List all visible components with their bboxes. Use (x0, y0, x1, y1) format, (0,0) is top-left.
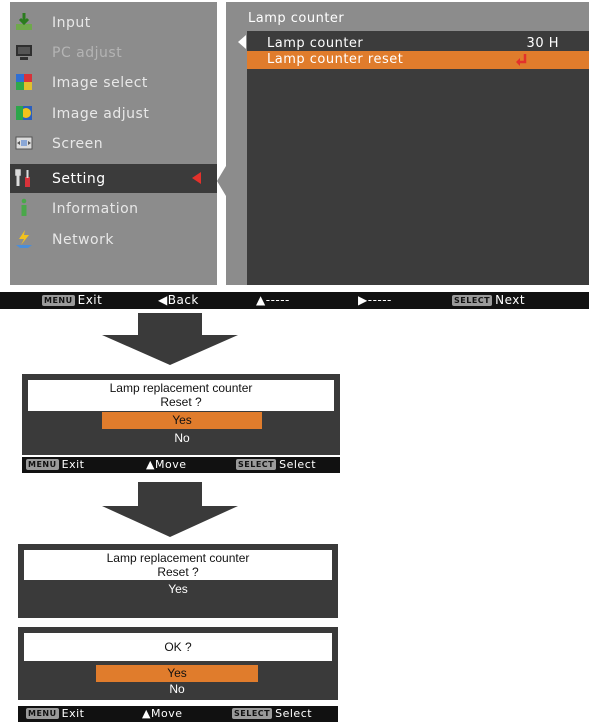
chevron-left-icon[interactable] (238, 35, 246, 49)
back-label: Back (167, 293, 199, 307)
yes-option[interactable]: Yes (96, 665, 258, 682)
menu-item-input[interactable]: Input (10, 8, 217, 37)
menu-key-icon: MENU (26, 708, 59, 719)
select-hint[interactable]: SELECT Select (232, 707, 312, 720)
submenu-panel: Lamp counter Lamp counter 30 H Lamp coun… (226, 2, 589, 285)
next-hint[interactable]: SELECT Next (452, 293, 525, 307)
exit-label: Exit (77, 293, 103, 307)
dialog-line2: Reset ? (157, 565, 199, 579)
exit-label: Exit (61, 458, 85, 471)
screen-icon (15, 136, 33, 150)
select-key-icon: SELECT (236, 459, 277, 470)
move-hint: ▲Move (142, 707, 182, 720)
osd-main-menu: Input PC adjust Image select Image adjus… (0, 0, 589, 309)
right-hint: ▶----- (358, 293, 392, 307)
select-key-icon: SELECT (232, 708, 273, 719)
menu-item-image-adjust[interactable]: Image adjust (10, 99, 217, 128)
row-label: Lamp counter reset (267, 52, 404, 67)
row-value: 30 H (526, 36, 559, 51)
dialog-message: OK ? (24, 633, 332, 661)
dialog-line2: Reset ? (160, 395, 202, 409)
menu-item-label: PC adjust (52, 44, 123, 61)
menu-item-information[interactable]: Information (10, 194, 217, 223)
menu-item-label: Image adjust (52, 105, 150, 122)
dialog-message: Lamp replacement counter Reset ? (24, 550, 332, 580)
menu-item-label: Input (52, 14, 91, 31)
move-label: Move (150, 707, 183, 720)
submenu-connector-icon (217, 166, 226, 196)
right-label: ----- (367, 293, 392, 307)
updown-hint: ▲︎----- (256, 293, 290, 307)
menu-item-label: Image select (52, 74, 148, 91)
reset-result-dialog: Lamp replacement counter Reset ? Yes (18, 544, 338, 618)
exit-hint[interactable]: MENU Exit (26, 458, 84, 471)
selection-marker-icon (192, 172, 201, 184)
down-arrow-icon (102, 313, 238, 365)
select-hint[interactable]: SELECT Select (236, 458, 316, 471)
setting-icon (15, 169, 30, 187)
up-down-icon: ▲︎ (256, 293, 266, 307)
menu-key-icon: MENU (42, 295, 75, 306)
no-option[interactable]: No (96, 681, 258, 698)
menu-item-label: Screen (52, 135, 104, 152)
no-option[interactable]: No (102, 430, 262, 447)
row-label: Lamp counter (267, 36, 364, 51)
information-icon (21, 198, 27, 216)
dialog-status-bar: MENU Exit ▲Move SELECT Select (22, 457, 340, 473)
up-down-icon: ▲ (142, 707, 151, 720)
next-label: Next (495, 293, 526, 307)
up-down-icon: ▲ (146, 458, 155, 471)
select-label: Select (275, 707, 313, 720)
select-label: Select (279, 458, 317, 471)
submenu-title: Lamp counter (248, 11, 345, 26)
updown-label: ----- (265, 293, 290, 307)
move-hint: ▲Move (146, 458, 186, 471)
image-select-icon (16, 74, 32, 90)
dialog-message: Lamp replacement counter Reset ? (28, 380, 334, 411)
image-adjust-icon (16, 106, 32, 120)
network-icon (16, 230, 32, 248)
menu-item-label: Setting (52, 170, 106, 187)
pc-adjust-icon (16, 45, 32, 60)
enter-return-icon (516, 54, 527, 66)
exit-hint[interactable]: MENU Exit (42, 293, 102, 307)
menu-item-network[interactable]: Network (10, 225, 217, 254)
move-label: Move (154, 458, 187, 471)
menu-key-icon: MENU (26, 459, 59, 470)
exit-label: Exit (61, 707, 85, 720)
back-hint[interactable]: ◀Back (158, 293, 199, 307)
menu-item-image-select[interactable]: Image select (10, 68, 217, 97)
dialog-line1: Lamp replacement counter (109, 381, 253, 395)
yes-answer: Yes (168, 582, 188, 596)
select-key-icon: SELECT (452, 295, 493, 306)
dialog-question: OK ? (164, 640, 192, 654)
reset-confirm-dialog: Lamp replacement counter Reset ? Yes No (22, 374, 340, 455)
dialog-line1: Lamp replacement counter (106, 551, 250, 565)
input-icon (16, 13, 32, 30)
status-bar: MENU Exit ◀Back ▲︎----- ▶----- SELECT Next (0, 292, 589, 309)
menu-item-pc-adjust[interactable]: PC adjust (10, 38, 217, 67)
main-menu-panel: Input PC adjust Image select Image adjus… (10, 2, 217, 285)
menu-item-screen[interactable]: Screen (10, 129, 217, 158)
triangle-right-icon: ▶ (358, 293, 368, 307)
menu-item-label: Information (52, 200, 139, 217)
submenu-list: Lamp counter 30 H Lamp counter reset (238, 31, 589, 285)
menu-item-setting[interactable]: Setting (10, 164, 217, 193)
ok-confirm-dialog: OK ? Yes No (18, 627, 338, 700)
dialog-status-bar: MENU Exit ▲Move SELECT Select (18, 706, 338, 722)
down-arrow-icon (102, 482, 238, 537)
triangle-left-icon: ◀ (158, 293, 168, 307)
exit-hint[interactable]: MENU Exit (26, 707, 84, 720)
yes-option[interactable]: Yes (102, 412, 262, 429)
menu-item-label: Network (52, 231, 114, 248)
submenu-row-lamp-counter-reset[interactable]: Lamp counter reset (247, 51, 589, 69)
